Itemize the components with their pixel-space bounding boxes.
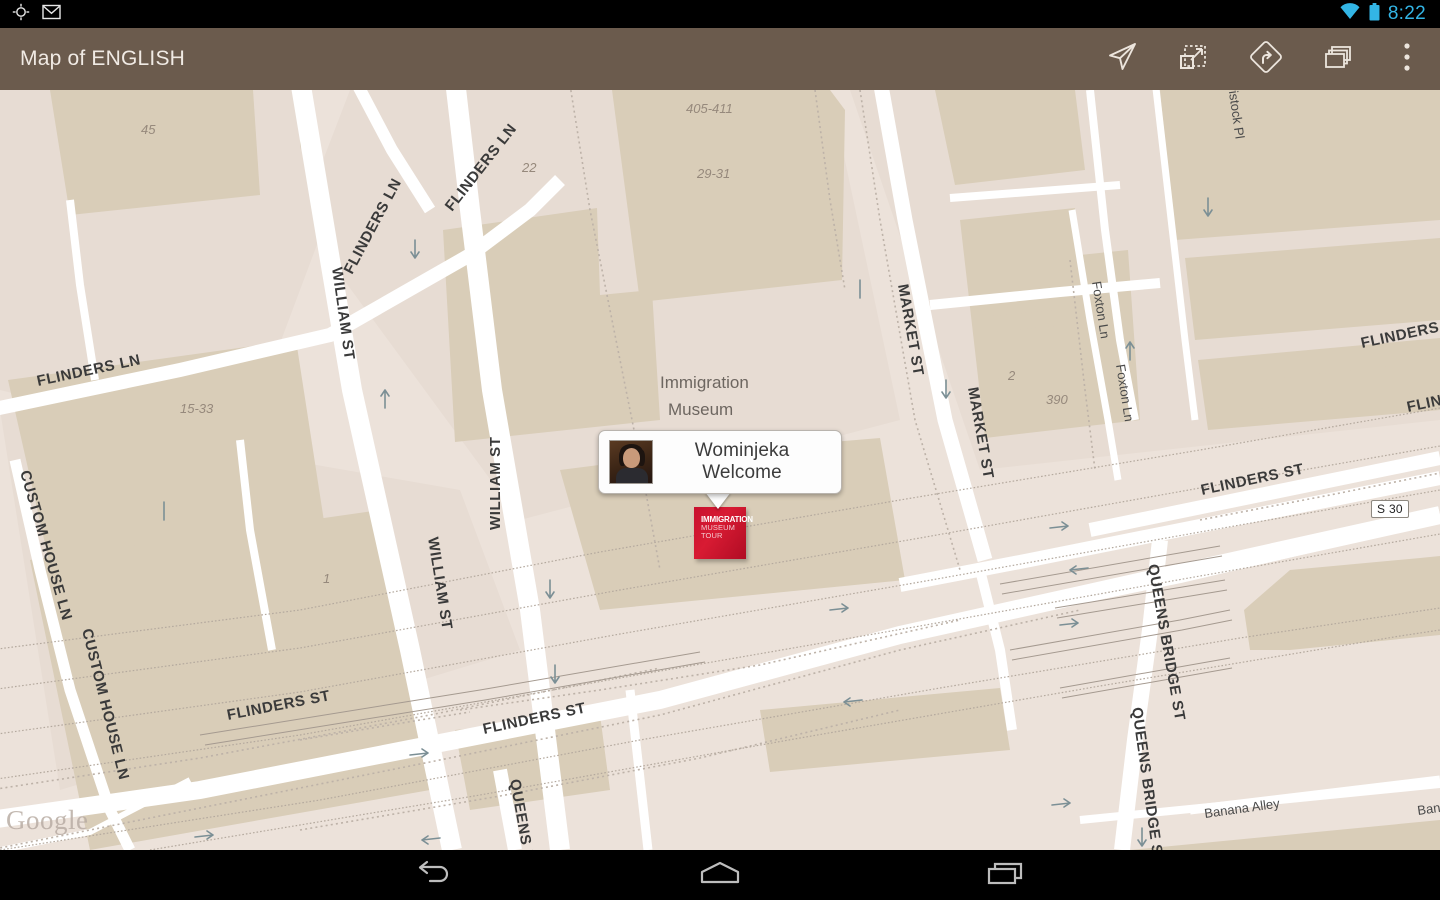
poi-label-museum: Museum [668, 400, 733, 419]
info-window[interactable]: Wominjeka Welcome [598, 430, 842, 494]
page-title: Map of ENGLISH [20, 47, 186, 70]
poi-label-immigration: Immigration [660, 373, 749, 392]
building-number: 45 [141, 122, 156, 137]
navigation-arrow-icon [1105, 40, 1139, 79]
building-number: 22 [521, 160, 537, 175]
directions-button[interactable] [1230, 28, 1302, 90]
home-icon [697, 859, 743, 892]
battery-icon [1369, 2, 1380, 26]
building-number: 405-411 [686, 101, 733, 116]
wifi-icon [1339, 3, 1361, 25]
action-bar-buttons [1086, 28, 1440, 90]
status-bar-clock: 8:22 [1387, 3, 1426, 24]
building-number: 1 [323, 571, 330, 586]
building-number: 29-31 [696, 166, 730, 181]
action-bar: Map of ENGLISH [0, 28, 1440, 90]
info-window-title: Wominjeka Welcome [694, 440, 790, 483]
street-label-william-st: WILLIAM ST [487, 437, 504, 530]
google-attribution: Google [6, 805, 89, 835]
info-window-tail [705, 492, 731, 509]
back-arrow-icon [414, 859, 454, 892]
building-number: 390 [1046, 392, 1068, 407]
system-navigation-bar [0, 850, 1440, 900]
street-label-banana-partial: Ban [1416, 800, 1440, 818]
back-button[interactable] [399, 850, 469, 900]
avatar-body [616, 468, 648, 483]
immigration-museum-tour-marker[interactable]: IMMIGRATION MUSEUM TOUR [694, 507, 753, 559]
recents-icon [985, 859, 1027, 892]
status-bar-notifications [0, 3, 61, 26]
layers-icon [1321, 40, 1355, 79]
overflow-menu-button[interactable] [1374, 28, 1440, 90]
home-button[interactable] [685, 850, 755, 900]
status-bar: 8:22 [0, 0, 1440, 28]
building-number: 2 [1007, 368, 1016, 383]
avatar [609, 440, 653, 484]
gmail-icon [42, 4, 61, 25]
my-location-button[interactable] [1086, 28, 1158, 90]
directions-icon [1248, 39, 1284, 80]
avatar-face [623, 448, 640, 468]
expand-icon [1177, 40, 1211, 79]
status-bar-system-icons: 8:22 [1339, 2, 1440, 26]
overflow-dots-icon [1403, 42, 1411, 77]
map-canvas[interactable]: .bld { fill:#d9cdb8; } .blk { fill:#e7dc… [0, 90, 1440, 850]
marker-line-3: TOUR [701, 531, 723, 541]
screen: 8:22 Map of ENGLISH WILLIAM ST WILLIAM S… [0, 0, 1440, 900]
road-shield-s30: S 30 [1371, 500, 1409, 518]
layers-button[interactable] [1302, 28, 1374, 90]
expand-button[interactable] [1158, 28, 1230, 90]
recents-button[interactable] [971, 850, 1041, 900]
location-icon [12, 3, 30, 26]
building-number: 15-33 [180, 401, 214, 416]
